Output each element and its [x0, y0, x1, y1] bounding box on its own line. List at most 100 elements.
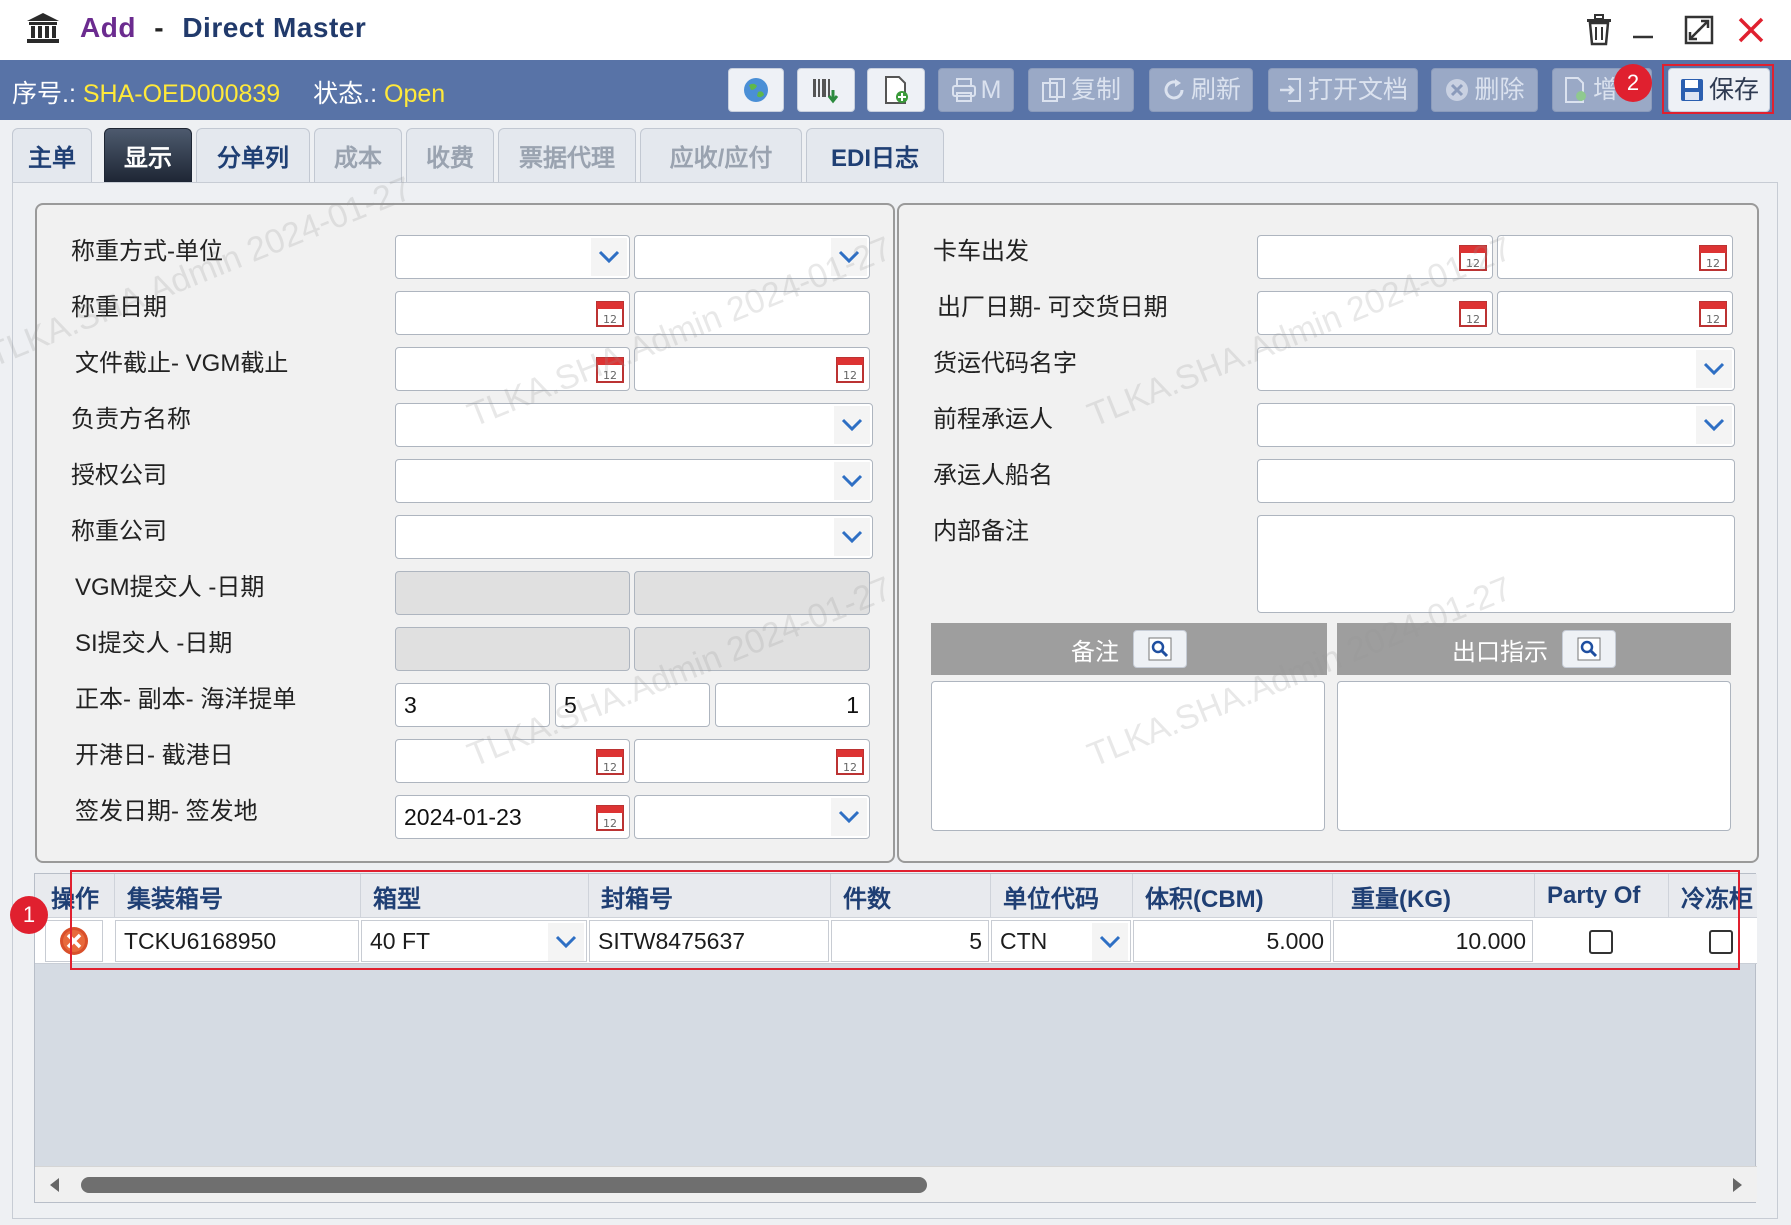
calendar-icon[interactable]: 12: [595, 298, 625, 328]
truck-depart-date-input[interactable]: 12: [1257, 235, 1493, 279]
close-button[interactable]: [1728, 10, 1774, 50]
chevron-down-icon[interactable]: [834, 406, 870, 444]
copy-count-input[interactable]: 5: [555, 683, 710, 727]
remark-search-button[interactable]: [1133, 630, 1187, 668]
svg-text:12: 12: [1466, 313, 1480, 326]
port-dates-label: 开港日- 截港日: [75, 742, 234, 769]
doc-cutoff-input[interactable]: 12: [395, 347, 630, 391]
port-open-date-input[interactable]: 12: [395, 739, 630, 783]
chevron-down-icon[interactable]: [831, 798, 867, 836]
scroll-right-icon[interactable]: [1727, 1175, 1747, 1195]
internal-remark-textarea[interactable]: [1257, 515, 1735, 613]
svg-text:12: 12: [1466, 257, 1480, 270]
delete-label: 删除: [1474, 75, 1525, 104]
calendar-icon[interactable]: 12: [1458, 298, 1488, 328]
truck-depart-label: 卡车出发: [933, 238, 1029, 265]
svg-text:12: 12: [1706, 313, 1720, 326]
delete-icon: [1446, 79, 1469, 101]
bl-copies-label: 正本- 副本- 海洋提单: [75, 686, 297, 713]
tab-display[interactable]: 显示: [104, 128, 192, 182]
tab-master[interactable]: 主单: [12, 128, 92, 182]
step-badge-1: 1: [10, 896, 48, 934]
new-document-button[interactable]: [867, 68, 925, 112]
chevron-down-icon[interactable]: [831, 238, 867, 276]
tab-edi-log[interactable]: EDI日志: [806, 128, 944, 182]
port-cutoff-date-input[interactable]: 12: [634, 739, 870, 783]
scroll-left-icon[interactable]: [45, 1175, 65, 1195]
trash-icon: [1587, 14, 1611, 46]
truck-depart-date2-input[interactable]: 12: [1497, 235, 1733, 279]
copy-button[interactable]: 复制: [1028, 68, 1134, 112]
export-instr-title: 出口指示: [1452, 638, 1548, 666]
responsible-select[interactable]: [395, 403, 873, 447]
title-action: Add: [80, 12, 136, 43]
horizontal-scrollbar[interactable]: [35, 1166, 1757, 1202]
remark-textarea[interactable]: [931, 681, 1325, 831]
magnifier-icon: [1148, 637, 1172, 661]
factory-date-input[interactable]: 12: [1257, 291, 1493, 335]
barcode-icon: [813, 79, 839, 104]
copy-icon: [1041, 78, 1065, 102]
svg-text:12: 12: [843, 369, 857, 382]
forwarder-code-select[interactable]: [1257, 347, 1735, 391]
weigh-method-select[interactable]: [395, 235, 630, 279]
ocean-bl-count-input[interactable]: 1: [715, 683, 870, 727]
weigh-date-extra-input[interactable]: [634, 291, 870, 335]
globe-button[interactable]: [728, 68, 784, 112]
open-document-label: 打开文档: [1307, 75, 1408, 104]
tab-ar-ap[interactable]: 应收/应付: [640, 128, 802, 182]
calendar-icon[interactable]: 12: [1698, 298, 1728, 328]
open-document-button[interactable]: 打开文档: [1268, 68, 1418, 112]
vgm-cutoff-input[interactable]: 12: [634, 347, 870, 391]
print-label: M: [980, 75, 1002, 104]
forwarder-code-label: 货运代码名字: [933, 350, 1077, 377]
auth-company-select[interactable]: [395, 459, 873, 503]
trash-window-button[interactable]: [1576, 10, 1622, 50]
remark-title: 备注: [1071, 638, 1119, 666]
calendar-icon[interactable]: 12: [595, 354, 625, 384]
chevron-down-icon[interactable]: [834, 462, 870, 500]
issue-date-input[interactable]: 2024-01-23 12: [395, 795, 630, 839]
tab-house-list[interactable]: 分单列: [196, 128, 310, 182]
export-instr-header: 出口指示: [1337, 623, 1731, 675]
calendar-icon[interactable]: 12: [835, 746, 865, 776]
pre-carrier-select[interactable]: [1257, 403, 1735, 447]
auth-company-label: 授权公司: [71, 462, 167, 489]
chevron-down-icon[interactable]: [1696, 406, 1732, 444]
seq-label: 序号.:: [12, 80, 76, 108]
calendar-icon[interactable]: 12: [1458, 242, 1488, 272]
minimize-button[interactable]: [1620, 10, 1666, 50]
svg-text:12: 12: [843, 761, 857, 774]
weigh-date-label: 称重日期: [71, 294, 167, 321]
issue-label: 签发日期- 签发地: [75, 798, 258, 825]
tab-charges[interactable]: 收费: [406, 128, 494, 182]
chevron-down-icon[interactable]: [591, 238, 627, 276]
vessel-input[interactable]: [1257, 459, 1735, 503]
refresh-button[interactable]: 刷新: [1149, 68, 1253, 112]
issue-place-select[interactable]: [634, 795, 870, 839]
weigh-unit-select[interactable]: [634, 235, 870, 279]
weigh-date-input[interactable]: 12: [395, 291, 630, 335]
chevron-down-icon[interactable]: [1696, 350, 1732, 388]
calendar-icon[interactable]: 12: [1698, 242, 1728, 272]
svg-text:12: 12: [603, 313, 617, 326]
chevron-down-icon[interactable]: [834, 518, 870, 556]
status-label: 状态.:: [313, 80, 378, 108]
export-instr-search-button[interactable]: [1562, 630, 1616, 668]
deliverable-date-input[interactable]: 12: [1497, 291, 1733, 335]
tab-cost[interactable]: 成本: [314, 128, 402, 182]
refresh-icon: [1164, 79, 1184, 100]
print-button[interactable]: M: [938, 68, 1014, 112]
barcode-button[interactable]: [797, 68, 855, 112]
maximize-button[interactable]: [1676, 10, 1722, 50]
original-count-input[interactable]: 3: [395, 683, 550, 727]
calendar-icon[interactable]: 12: [595, 802, 625, 832]
refresh-label: 刷新: [1190, 75, 1241, 104]
weigh-company-select[interactable]: [395, 515, 873, 559]
export-instr-textarea[interactable]: [1337, 681, 1731, 831]
tab-billing-agent[interactable]: 票据代理: [498, 128, 636, 182]
scrollbar-thumb[interactable]: [81, 1177, 927, 1193]
delete-button[interactable]: 删除: [1431, 68, 1538, 112]
calendar-icon[interactable]: 12: [595, 746, 625, 776]
calendar-icon[interactable]: 12: [835, 354, 865, 384]
